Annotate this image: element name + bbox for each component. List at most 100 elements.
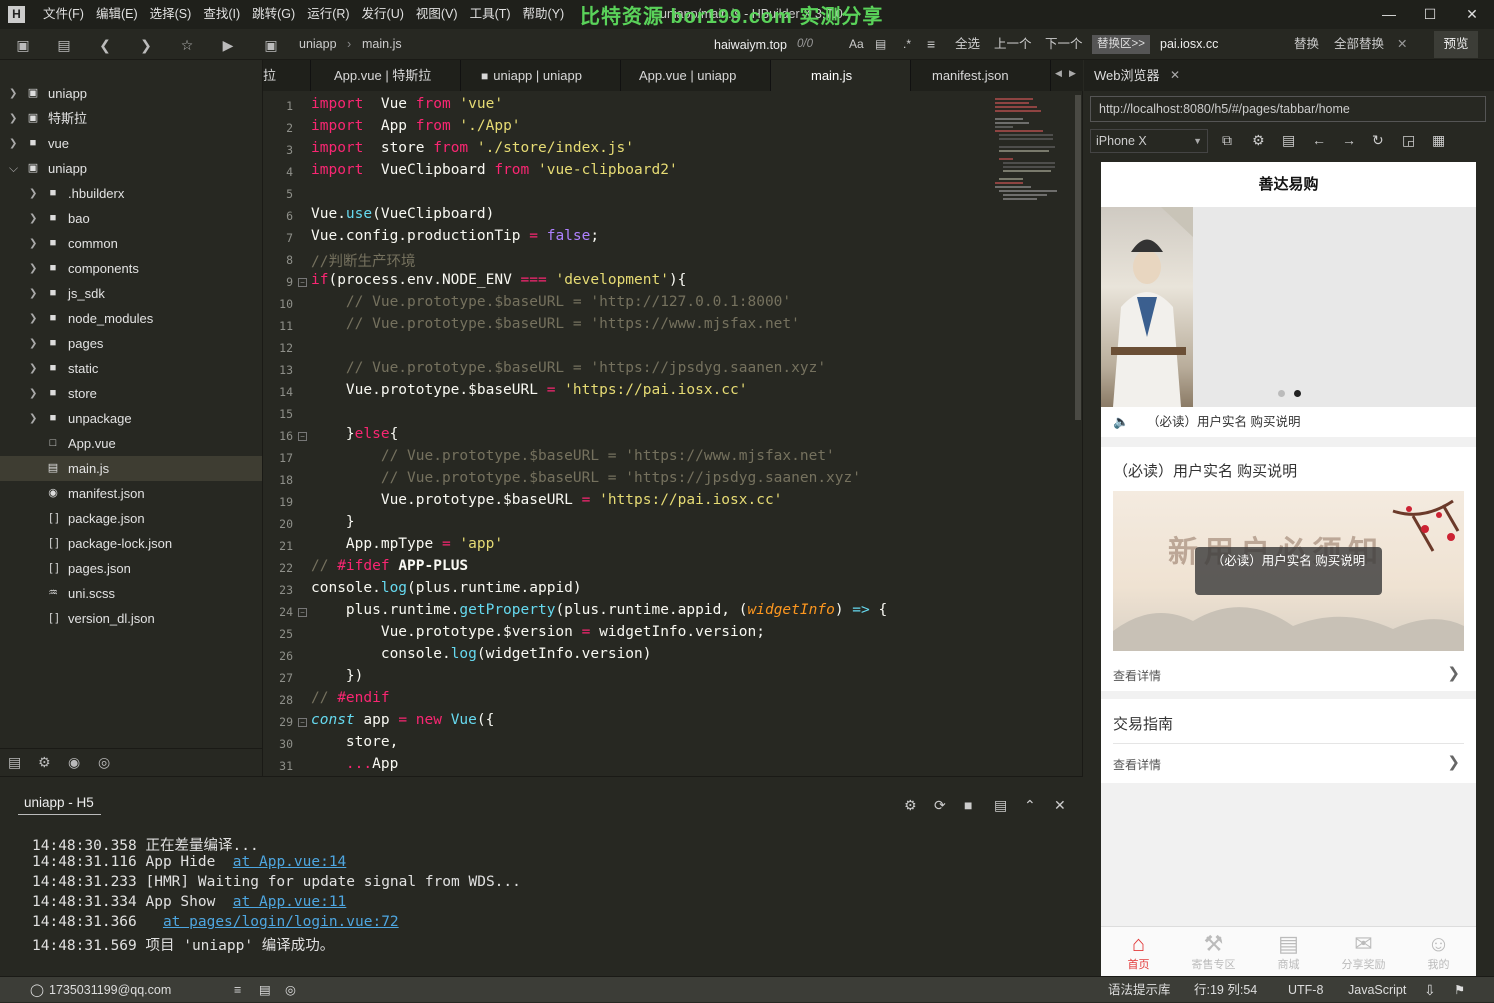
maximize-button[interactable]: ☐ — [1410, 0, 1450, 29]
tab-app-vue-tesla[interactable]: App.vue | 特斯拉 — [311, 60, 461, 91]
menu-item[interactable]: 编辑(E) — [91, 0, 143, 29]
match-word-icon[interactable]: ▤ — [875, 29, 886, 60]
tab-item[interactable]: ⚒ 寄售专区 — [1176, 927, 1251, 976]
browser-tab-label[interactable]: Web浏览器 — [1094, 60, 1160, 91]
tab-item[interactable]: ⌂ 首页 — [1101, 927, 1176, 976]
match-case-icon[interactable]: Aa — [849, 29, 864, 60]
tab-item[interactable]: ▤ 商城 — [1251, 927, 1326, 976]
plugin-icon[interactable]: ◉ — [68, 754, 80, 771]
code-line[interactable]: store, — [311, 734, 398, 750]
chevron-right-icon[interactable]: ❯ — [9, 131, 19, 156]
code-editor[interactable]: 1 import Vue from 'vue' 2 import App from '… — [263, 91, 1083, 776]
minimize-button[interactable]: — — [1369, 0, 1409, 29]
tab-item[interactable]: ✉ 分享奖励 — [1326, 927, 1401, 976]
menu-item[interactable]: 发行(U) — [357, 0, 409, 29]
code-line[interactable]: Vue.prototype.$baseURL = 'https://pai.io… — [311, 492, 783, 508]
tree-item[interactable]: ❯ ■ common — [0, 231, 262, 256]
language-label[interactable]: JavaScript — [1348, 977, 1406, 1003]
code-line[interactable]: }else{ — [311, 426, 398, 442]
fold-icon[interactable]: − — [298, 608, 307, 617]
tree-item[interactable]: ▤ main.js — [0, 456, 262, 481]
tab-uniapp-folder[interactable]: ■ uniapp | uniapp — [461, 60, 621, 91]
tree-item[interactable]: ♒ uni.scss — [0, 581, 262, 606]
code-line[interactable]: // Vue.prototype.$baseURL = 'https://jps… — [311, 360, 826, 376]
console-stop-icon[interactable]: ■ — [964, 797, 972, 813]
carousel-dot[interactable] — [1294, 390, 1301, 397]
select-all-button[interactable]: 全选 — [955, 29, 980, 60]
chevron-right-icon[interactable]: ❯ — [9, 106, 19, 131]
code-line[interactable]: console.log(widgetInfo.version) — [311, 646, 652, 662]
notice-bar[interactable]: 🔈 （必读）用户实名 购买说明 — [1101, 407, 1476, 437]
rotate-icon[interactable]: ⧉ — [1222, 132, 1232, 149]
explorer-icon[interactable]: ▤ — [8, 754, 21, 771]
carousel-dot[interactable] — [1278, 390, 1285, 397]
fold-icon[interactable]: − — [298, 432, 307, 441]
code-line[interactable]: App.mpType = 'app' — [311, 536, 503, 552]
code-line[interactable]: Vue.prototype.$baseURL = 'https://pai.io… — [311, 382, 748, 398]
terminal-icon[interactable]: ▤ — [259, 977, 271, 1003]
close-browser-tab-icon[interactable]: ✕ — [1170, 60, 1180, 91]
console-source-link[interactable]: at pages/login/login.vue:72 — [163, 914, 399, 930]
card-detail-link[interactable]: 查看详情 — [1113, 756, 1161, 773]
notification-bell-icon[interactable]: ⚑ — [1454, 977, 1465, 1003]
new-file-icon[interactable]: ▣ — [14, 36, 32, 54]
tab-manifest-json[interactable]: manifest.json — [911, 60, 1051, 91]
code-line[interactable]: // Vue.prototype.$baseURL = 'https://www… — [311, 448, 835, 464]
code-line[interactable]: console.log(plus.runtime.appid) — [311, 580, 582, 596]
replace-toggle-button[interactable]: 替换区>> — [1092, 35, 1150, 54]
tab-tesla-partial[interactable]: 拉 — [263, 60, 311, 91]
tree-item[interactable]: ❯ ■ vue — [0, 131, 262, 156]
code-line[interactable]: // #endif — [311, 690, 390, 706]
editor-scrollbar[interactable] — [1075, 95, 1081, 420]
code-line[interactable]: // #ifdef APP-PLUS — [311, 558, 468, 574]
code-line[interactable]: import store from './store/index.js' — [311, 140, 634, 156]
reload-icon[interactable]: ↻ — [1372, 132, 1384, 149]
regex-icon[interactable]: .* — [903, 29, 911, 60]
find-options-icon[interactable]: ≡ — [927, 29, 935, 60]
debug-icon[interactable]: ⚙ — [38, 754, 51, 771]
tab-app-vue-uniapp[interactable]: App.vue | uniapp — [621, 60, 771, 91]
tree-item[interactable]: ❯ ■ unpackage — [0, 406, 262, 431]
account-email[interactable]: 1735031199@qq.com — [49, 977, 171, 1003]
chevron-right-icon[interactable]: ❯ — [29, 206, 39, 231]
tree-item[interactable]: ❯ ■ store — [0, 381, 262, 406]
tree-item[interactable]: ❯ ■ pages — [0, 331, 262, 356]
code-line[interactable]: import VueClipboard from 'vue-clipboard2… — [311, 162, 678, 178]
tree-item[interactable]: [ ] pages.json — [0, 556, 262, 581]
chevron-right-icon[interactable]: ❯ — [29, 231, 39, 256]
chevron-right-icon[interactable]: ❯ — [29, 281, 39, 306]
close-window-button[interactable]: ✕ — [1452, 0, 1492, 29]
console-tab[interactable]: uniapp - H5 — [18, 795, 101, 815]
tree-item[interactable]: ❯ ■ static — [0, 356, 262, 381]
tab-main-js[interactable]: main.js — [771, 60, 911, 91]
tree-item[interactable]: ❯ ▣ uniapp — [0, 81, 262, 106]
code-line[interactable]: //判断生产环境 — [311, 250, 415, 271]
run-icon[interactable]: ▶ — [219, 36, 237, 54]
menu-item[interactable]: 工具(T) — [465, 0, 516, 29]
chevron-right-icon[interactable]: ❯ — [29, 381, 39, 406]
chevron-right-icon[interactable]: ❯ — [29, 306, 39, 331]
tree-item[interactable]: [ ] version_dl.json — [0, 606, 262, 631]
device-select[interactable]: iPhone X ▼ — [1090, 129, 1208, 153]
globe-icon[interactable]: ◎ — [285, 977, 296, 1003]
code-line[interactable]: Vue.config.productionTip = false; — [311, 228, 599, 244]
console-collapse-icon[interactable]: ⌃ — [1024, 797, 1036, 814]
chevron-right-icon[interactable]: ❯ — [29, 181, 39, 206]
chevron-right-icon[interactable]: ❯ — [29, 406, 39, 431]
tree-item[interactable]: [ ] package.json — [0, 506, 262, 531]
encoding-label[interactable]: UTF-8 — [1288, 977, 1323, 1003]
menu-item[interactable]: 跳转(G) — [247, 0, 300, 29]
replace-input[interactable]: pai.iosx.cc — [1160, 29, 1218, 60]
qr-code-icon[interactable]: ▦ — [1432, 132, 1445, 149]
tree-item[interactable]: ◉ manifest.json — [0, 481, 262, 506]
menu-item[interactable]: 视图(V) — [411, 0, 463, 29]
tree-item[interactable]: ❯ ▣ 特斯拉 — [0, 106, 262, 131]
guide-card[interactable]: 交易指南 查看详情 ❯ — [1101, 699, 1476, 783]
browser-forward-icon[interactable]: → — [1342, 132, 1356, 148]
devtools-icon[interactable]: ▤ — [1282, 132, 1295, 149]
tab-scroll-left-icon[interactable]: ◀ — [1055, 68, 1062, 79]
code-line[interactable]: const app = new Vue({ — [311, 712, 494, 728]
code-line[interactable]: // Vue.prototype.$baseURL = 'https://www… — [311, 316, 800, 332]
menu-item[interactable]: 文件(F) — [38, 0, 89, 29]
console-source-link[interactable]: at App.vue:14 — [233, 854, 347, 870]
